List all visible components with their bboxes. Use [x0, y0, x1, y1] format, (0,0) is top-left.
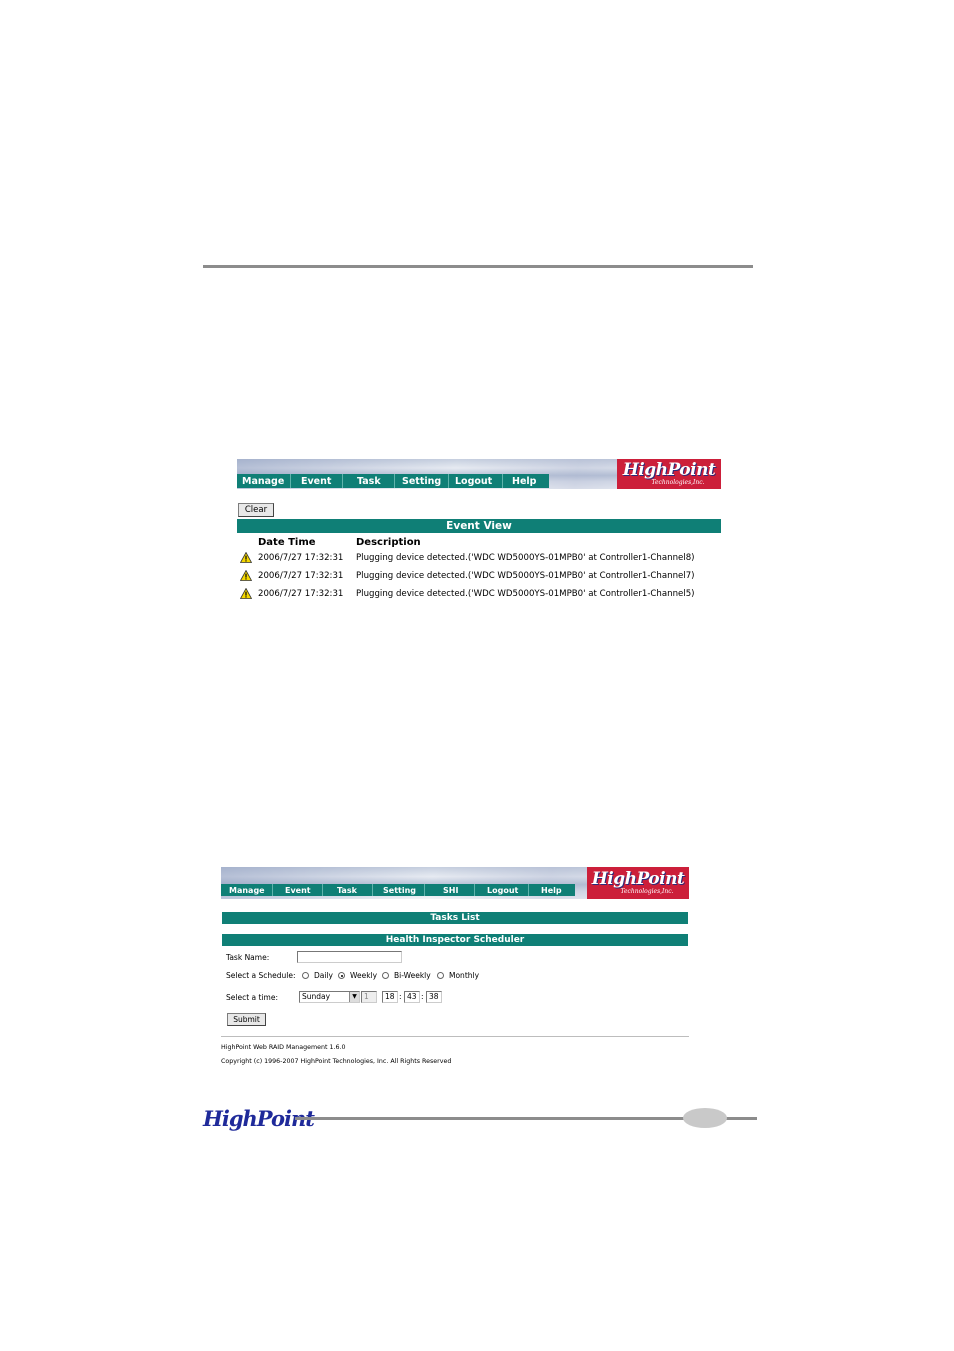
logo-wordmark: HighPoint: [591, 869, 685, 889]
event-datetime: 2006/7/27 17:32:31: [258, 571, 344, 581]
event-description: Plugging device detected.('WDC WD5000YS-…: [356, 571, 695, 581]
tasks-list-header: Tasks List: [222, 912, 688, 924]
time-separator: :: [421, 992, 424, 1001]
nav-setting[interactable]: Setting: [373, 884, 425, 896]
footer-divider: [221, 1036, 689, 1037]
logo-subtitle: Technologies,Inc.: [620, 888, 674, 895]
nav-setting[interactable]: Setting: [395, 474, 449, 488]
radio-daily[interactable]: [302, 972, 309, 979]
warning-icon: [240, 570, 252, 581]
logo-wordmark: HighPoint: [622, 460, 716, 480]
nav-task[interactable]: Task: [323, 884, 373, 896]
event-description: Plugging device detected.('WDC WD5000YS-…: [356, 553, 695, 563]
event-description: Plugging device detected.('WDC WD5000YS-…: [356, 589, 695, 599]
schedule-label: Select a Schedule:: [226, 971, 296, 980]
banner: Manage Event Task Setting SHI Logout Hel…: [221, 867, 689, 899]
event-row: 2006/7/27 17:32:31 Plugging device detec…: [240, 570, 720, 586]
time-label: Select a time:: [226, 993, 278, 1002]
hour-field[interactable]: 18: [382, 991, 398, 1003]
day-select-value: Sunday: [302, 992, 331, 1001]
task-name-label: Task Name:: [226, 953, 270, 962]
highpoint-logo: HighPoint Technologies,Inc.: [587, 867, 689, 899]
footer-version: HighPoint Web RAID Management 1.6.0: [221, 1044, 346, 1051]
nav-logout[interactable]: Logout: [475, 884, 529, 896]
logo-subtitle: Technologies,Inc.: [651, 479, 705, 486]
day-number-field[interactable]: 1: [361, 991, 377, 1003]
radio-biweekly-label: Bi-Weekly: [394, 971, 431, 980]
nav-event[interactable]: Event: [273, 884, 323, 896]
clear-button[interactable]: Clear: [238, 503, 274, 517]
nav-task[interactable]: Task: [343, 474, 395, 488]
nav-help[interactable]: Help: [529, 884, 575, 896]
warning-icon: [240, 588, 252, 599]
time-separator: :: [399, 992, 402, 1001]
radio-monthly[interactable]: [437, 972, 444, 979]
minute-field[interactable]: 43: [404, 991, 420, 1003]
radio-biweekly[interactable]: [382, 972, 389, 979]
column-date-time: Date Time: [258, 537, 316, 548]
nav-manage[interactable]: Manage: [221, 884, 273, 896]
nav-shi[interactable]: SHI: [425, 884, 475, 896]
radio-weekly-label: Weekly: [350, 971, 378, 980]
second-field[interactable]: 38: [426, 991, 442, 1003]
main-nav: Manage Event Task Setting Logout Help: [237, 474, 549, 488]
nav-event[interactable]: Event: [291, 474, 343, 488]
page-top-rule: [203, 265, 753, 268]
nav-help[interactable]: Help: [503, 474, 549, 488]
highpoint-logo: HighPoint Technologies,Inc.: [617, 459, 721, 489]
task-name-input[interactable]: [297, 951, 402, 963]
event-datetime: 2006/7/27 17:32:31: [258, 553, 344, 563]
column-description: Description: [356, 537, 421, 548]
radio-daily-label: Daily: [314, 971, 333, 980]
event-row: 2006/7/27 17:32:31 Plugging device detec…: [240, 552, 720, 568]
radio-monthly-label: Monthly: [449, 971, 480, 980]
footer-copyright: Copyright (c) 1996-2007 HighPoint Techno…: [221, 1058, 452, 1065]
warning-icon: [240, 552, 252, 563]
event-datetime: 2006/7/27 17:32:31: [258, 589, 344, 599]
banner: Manage Event Task Setting Logout Help Hi…: [237, 459, 721, 489]
submit-button[interactable]: Submit: [227, 1013, 266, 1026]
radio-weekly[interactable]: [338, 972, 345, 979]
nav-manage[interactable]: Manage: [237, 474, 291, 488]
nav-logout[interactable]: Logout: [449, 474, 503, 488]
main-nav: Manage Event Task Setting SHI Logout Hel…: [221, 884, 575, 896]
chevron-down-icon[interactable]: ▼: [349, 992, 359, 1002]
page-number-badge: [683, 1108, 727, 1128]
event-view-header: Event View: [237, 519, 721, 533]
event-row: 2006/7/27 17:32:31 Plugging device detec…: [240, 588, 720, 604]
day-select[interactable]: Sunday ▼: [299, 991, 360, 1003]
scheduler-header: Health Inspector Scheduler: [222, 934, 688, 946]
